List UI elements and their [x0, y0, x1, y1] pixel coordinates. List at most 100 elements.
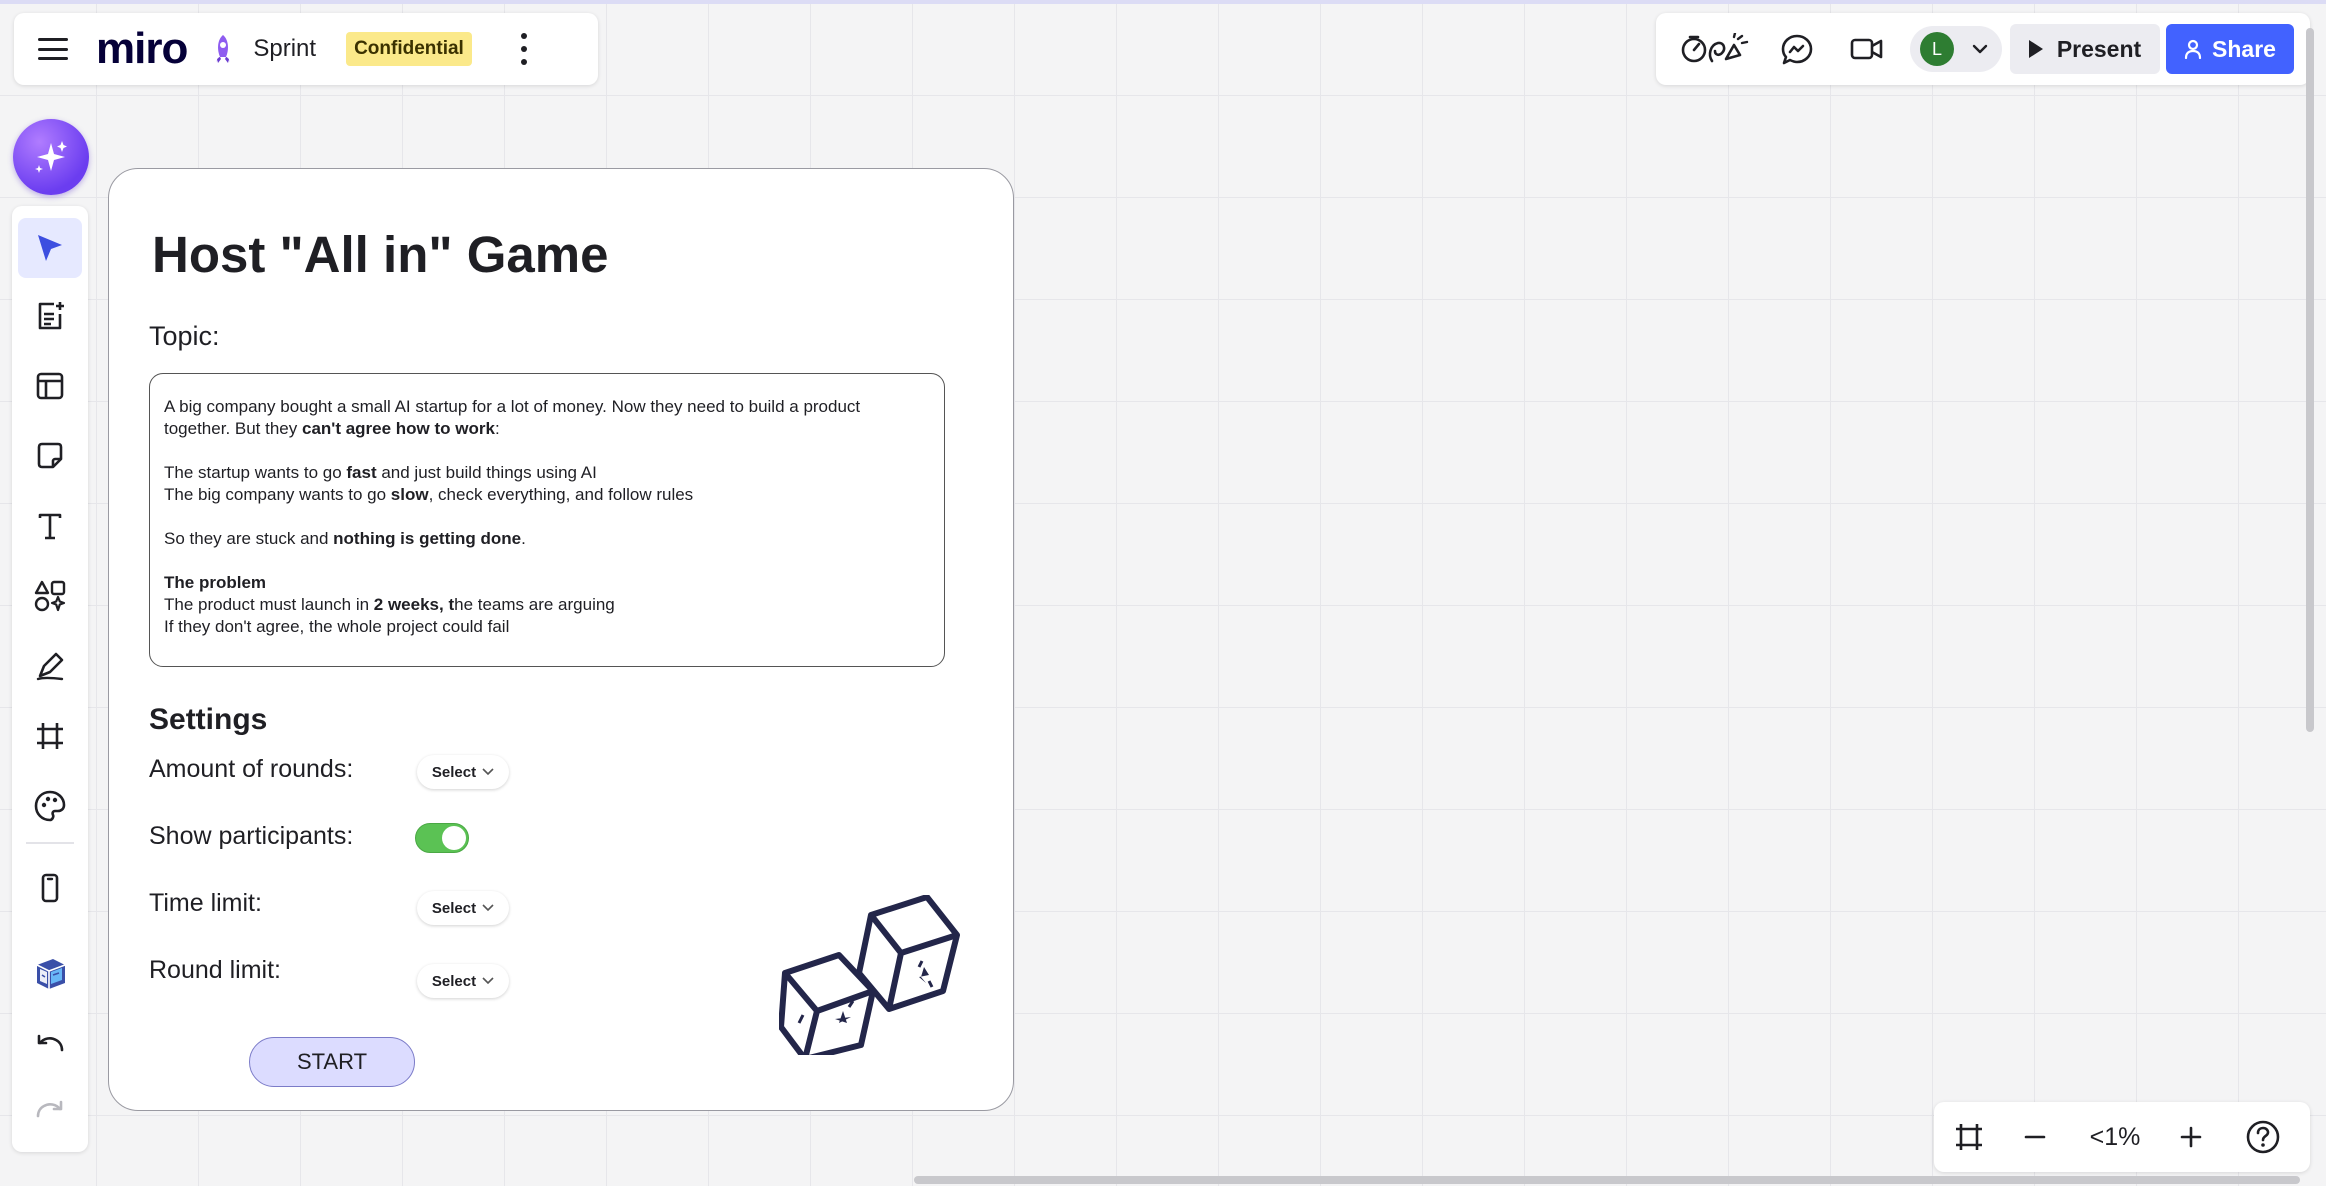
top-accent-line — [0, 0, 2326, 4]
show-participants-toggle[interactable] — [415, 823, 469, 853]
undo-button[interactable] — [18, 1016, 82, 1076]
zoom-controls: <1% — [1934, 1102, 2310, 1172]
topic-text: The product must launch in — [164, 595, 374, 614]
sticky-note-icon — [37, 442, 63, 469]
topic-text: , check everything, and follow rules — [428, 485, 694, 504]
redo-icon — [36, 1100, 63, 1118]
zoom-out-button[interactable] — [2014, 1116, 2056, 1158]
pen-icon — [36, 652, 64, 681]
topic-line: The startup wants to go fast and just bu… — [164, 462, 930, 484]
topic-text: . — [521, 529, 526, 548]
frame-fit-icon — [1956, 1124, 1982, 1150]
time-limit-select[interactable]: Select — [417, 891, 509, 925]
board-name[interactable]: Sprint — [253, 35, 316, 63]
topic-bold-text: can't agree how to work — [301, 419, 495, 438]
stickers-tool[interactable] — [18, 776, 82, 836]
present-button[interactable]: Present — [2010, 24, 2160, 74]
round-limit-label: Round limit: — [149, 956, 281, 984]
toggle-knob — [442, 826, 466, 850]
topic-line: together. But they can't agree how to wo… — [164, 418, 930, 440]
fit-to-screen-button[interactable] — [1946, 1116, 1992, 1158]
video-call-icon[interactable] — [1850, 33, 1884, 65]
template-plus-icon — [38, 302, 64, 330]
topic-line: If they don't agree, the whole project c… — [164, 616, 930, 638]
topic-line: The problem — [164, 572, 930, 594]
time-limit-select-value: Select — [431, 899, 477, 917]
frame-title: Host "All in" Game — [152, 226, 609, 283]
topic-bold-text: fast — [346, 463, 377, 482]
start-button[interactable]: START — [249, 1037, 415, 1087]
share-label: Share — [2212, 35, 2276, 62]
more-options-icon[interactable] — [520, 33, 528, 65]
board-header: miro Sprint Confidential — [14, 13, 598, 85]
sticky-note-tool[interactable] — [18, 426, 82, 486]
share-button[interactable]: Share — [2166, 24, 2294, 74]
rounds-select-value: Select — [431, 763, 477, 781]
chevron-down-icon — [1972, 44, 1988, 54]
frame-icon — [37, 723, 63, 749]
round-limit-select[interactable]: Select — [417, 964, 509, 998]
toolbar-divider — [26, 842, 74, 844]
game-host-frame[interactable]: Host "All in" Game Topic: A big company … — [108, 168, 1014, 1111]
text-tool[interactable] — [18, 496, 82, 556]
shapes-icon — [34, 580, 66, 612]
minus-icon — [2024, 1135, 2046, 1139]
zoom-in-button[interactable] — [2170, 1116, 2212, 1158]
zoom-level[interactable]: <1% — [2082, 1116, 2148, 1158]
topic-text: and just build things using AI — [376, 463, 597, 482]
topic-label: Topic: — [149, 321, 220, 351]
dice-illustration — [779, 895, 960, 1055]
comments-icon[interactable] — [1780, 33, 1814, 67]
topic-textbox[interactable]: A big company bought a small AI startup … — [149, 373, 945, 667]
shapes-tool[interactable] — [18, 566, 82, 626]
avatar[interactable]: L — [1920, 32, 1954, 66]
help-button[interactable] — [2240, 1116, 2286, 1158]
timer-reactions-icon[interactable] — [1680, 33, 1750, 65]
user-menu[interactable]: L — [1910, 26, 2002, 72]
cube-app-icon — [36, 959, 66, 989]
palette-icon — [34, 790, 66, 822]
user-icon — [2184, 39, 2202, 59]
topic-bold-text: nothing is getting done — [333, 529, 522, 548]
layout-tool[interactable] — [18, 356, 82, 416]
topic-line: The product must launch in 2 weeks, the … — [164, 594, 930, 616]
3d-app-tool[interactable] — [18, 942, 82, 1002]
start-label: START — [296, 1049, 368, 1074]
topic-text: The big company wants to go — [164, 485, 391, 504]
topic-line: The big company wants to go slow, check … — [164, 484, 930, 506]
redo-button[interactable] — [18, 1082, 82, 1142]
topic-text: A big company bought a small AI startup … — [164, 397, 861, 416]
chevron-down-icon — [482, 904, 494, 912]
topic-text: together. But they — [164, 419, 302, 438]
pen-tool[interactable] — [18, 636, 82, 696]
topic-text: The startup wants to go — [164, 463, 347, 482]
device-tool[interactable] — [18, 858, 82, 918]
problem-heading: The problem — [164, 573, 267, 592]
chevron-down-icon — [482, 977, 494, 985]
undo-icon — [37, 1034, 64, 1052]
sparkle-icon — [35, 141, 67, 173]
text-icon — [38, 513, 62, 540]
templates-tool[interactable] — [18, 286, 82, 346]
plus-icon — [2180, 1126, 2202, 1148]
chevron-down-icon — [482, 768, 494, 776]
horizontal-scrollbar[interactable] — [914, 1176, 2300, 1184]
vertical-scrollbar[interactable] — [2306, 28, 2314, 732]
cursor-icon — [38, 235, 62, 261]
mobile-device-icon — [41, 873, 59, 903]
topic-line: So they are stuck and nothing is getting… — [164, 528, 930, 550]
ai-assistant-button[interactable] — [13, 119, 89, 195]
topic-line: A big company bought a small AI startup … — [164, 396, 930, 418]
select-tool[interactable] — [18, 218, 82, 278]
settings-heading: Settings — [149, 703, 268, 736]
topic-text: he teams are arguing — [454, 595, 615, 614]
rounds-select[interactable]: Select — [417, 755, 509, 789]
miro-logo[interactable]: miro — [96, 27, 188, 71]
main-menu-icon[interactable] — [38, 38, 68, 60]
collaboration-bar: L Present Share — [1656, 13, 2310, 85]
play-icon — [2028, 40, 2043, 58]
classification-badge[interactable]: Confidential — [346, 32, 472, 66]
topic-text: : — [494, 419, 500, 438]
frame-tool[interactable] — [18, 706, 82, 766]
topic-bold-text: slow — [390, 485, 429, 504]
